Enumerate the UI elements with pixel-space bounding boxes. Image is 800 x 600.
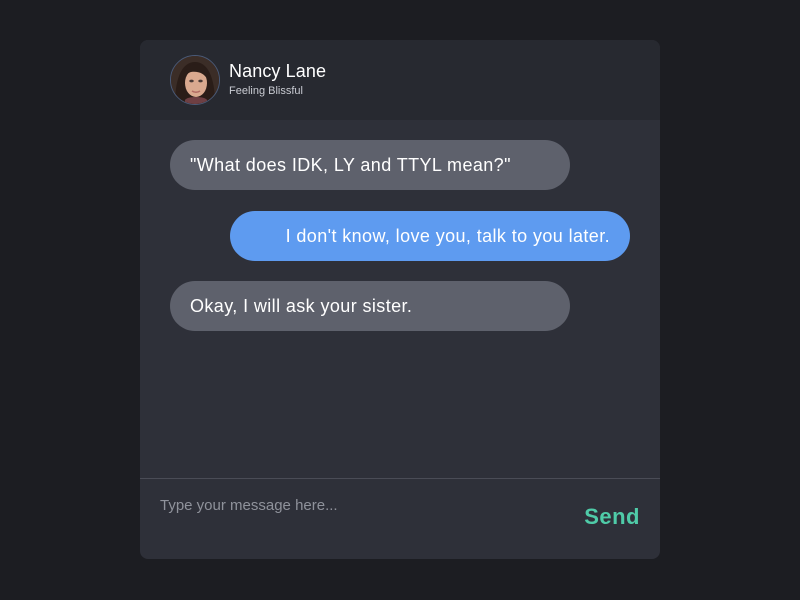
message-list: "What does IDK, LY and TTYL mean?" I don… <box>140 120 660 478</box>
message-bubble-incoming: "What does IDK, LY and TTYL mean?" <box>170 140 570 190</box>
avatar[interactable] <box>170 55 220 105</box>
send-button[interactable]: Send <box>584 504 640 530</box>
message-bubble-incoming: Okay, I will ask your sister. <box>170 281 570 331</box>
message-bubble-outgoing: I don't know, love you, talk to you late… <box>230 211 630 261</box>
chat-window: Nancy Lane Feeling Blissful "What does I… <box>140 40 660 559</box>
contact-name: Nancy Lane <box>229 61 327 81</box>
chat-header: Nancy Lane Feeling Blissful <box>140 40 660 120</box>
contact-status: Feeling Blissful <box>229 85 303 97</box>
user-photo-icon <box>171 56 219 104</box>
message-composer: Send <box>140 479 660 559</box>
message-input[interactable] <box>158 491 562 519</box>
